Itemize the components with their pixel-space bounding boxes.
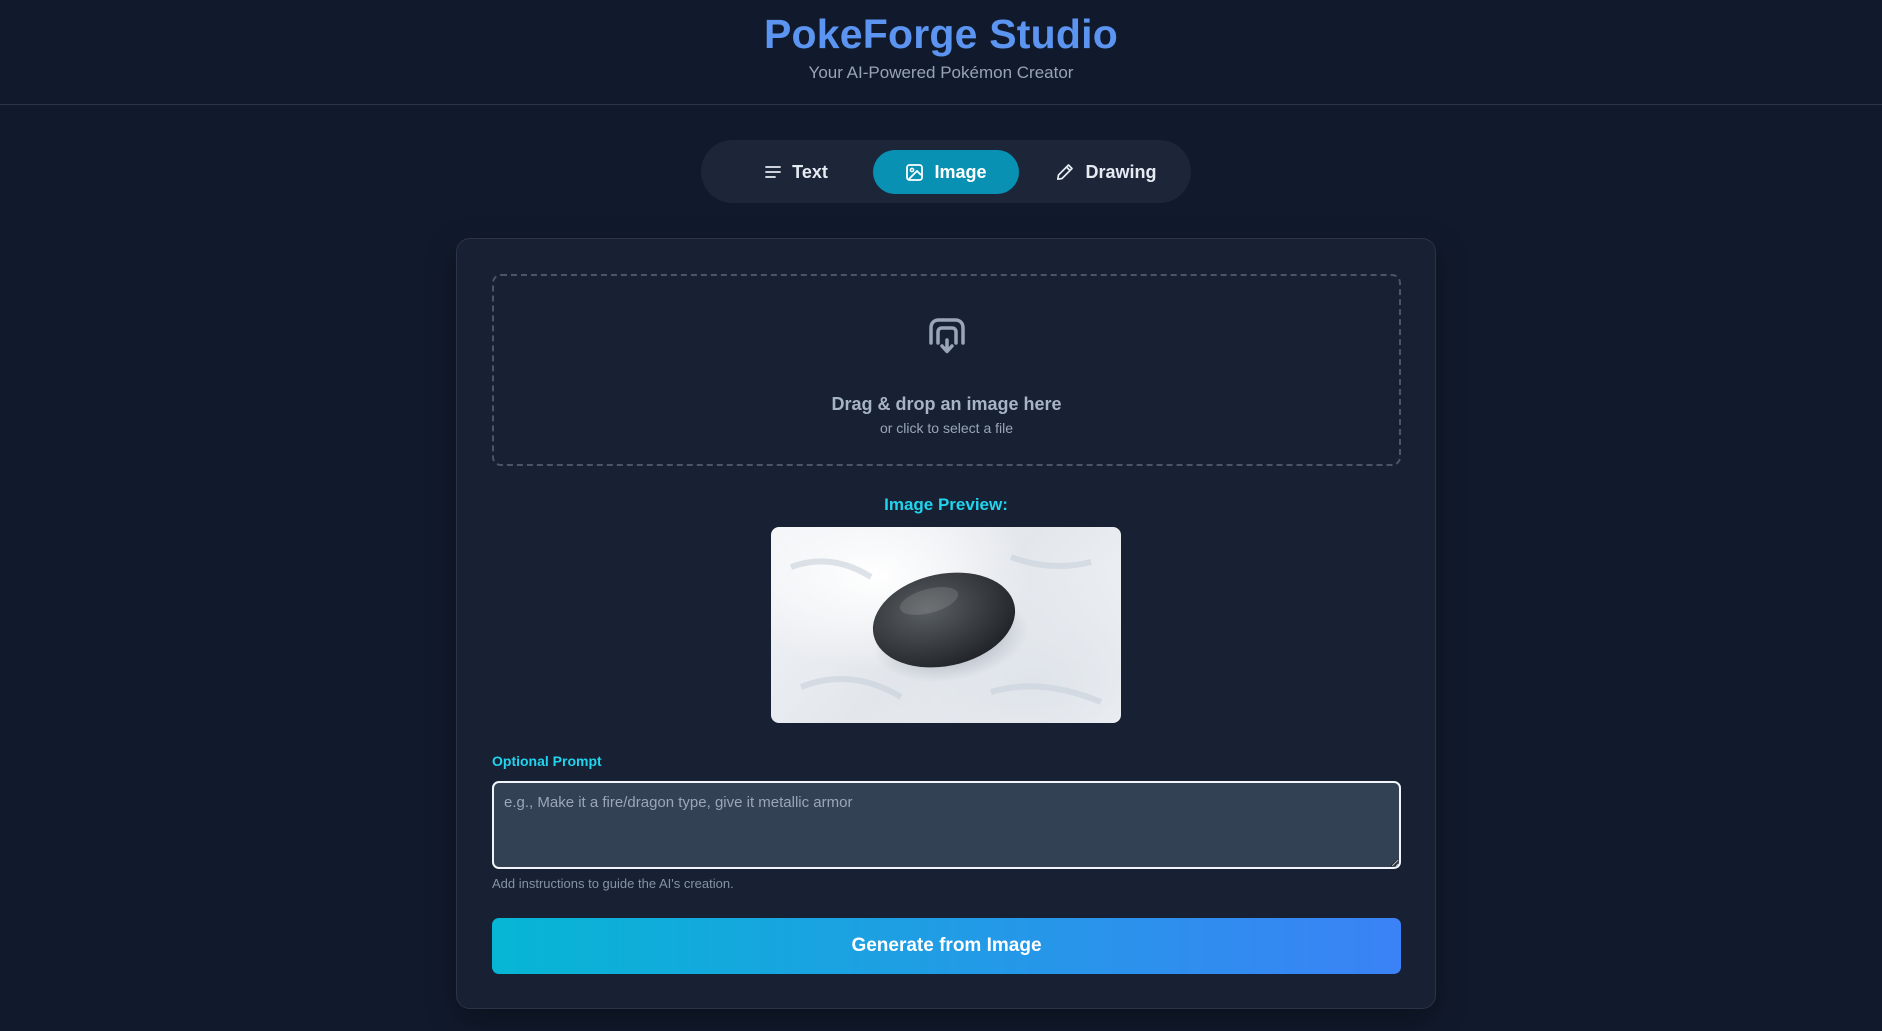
generate-from-image-button[interactable]: Generate from Image [492, 918, 1401, 974]
dropzone-title: Drag & drop an image here [831, 394, 1062, 414]
pencil-icon [1055, 162, 1075, 182]
app-title: PokeForge Studio [763, 11, 1118, 57]
lines-icon [764, 163, 782, 181]
app-subtitle: Your AI-Powered Pokémon Creator [808, 63, 1074, 82]
prompt-help-text: Add instructions to guide the AI's creat… [492, 876, 734, 891]
tab-drawing[interactable]: Drawing [1041, 150, 1171, 194]
image-dropzone[interactable]: Drag & drop an image here or click to se… [492, 274, 1401, 466]
tab-image[interactable]: Image [873, 150, 1019, 194]
image-generator-card: Drag & drop an image here or click to se… [456, 238, 1436, 1009]
app-header: PokeForge Studio Your AI-Powered Pokémon… [0, 0, 1882, 105]
tab-text-label: Text [792, 161, 828, 182]
tab-image-label: Image [934, 161, 987, 182]
preview-label: Image Preview: [884, 495, 1008, 514]
tab-text[interactable]: Text [741, 150, 851, 194]
upload-icon [923, 313, 971, 364]
dropzone-subtitle: or click to select a file [879, 420, 1014, 436]
stone-on-snow-picture [789, 554, 1103, 705]
prompt-label: Optional Prompt [492, 753, 602, 769]
mode-tabs: Text Image Drawing [701, 140, 1191, 203]
prompt-textarea[interactable] [492, 781, 1401, 869]
image-icon [905, 163, 924, 182]
tab-drawing-label: Drawing [1085, 161, 1157, 182]
image-preview [771, 527, 1121, 723]
